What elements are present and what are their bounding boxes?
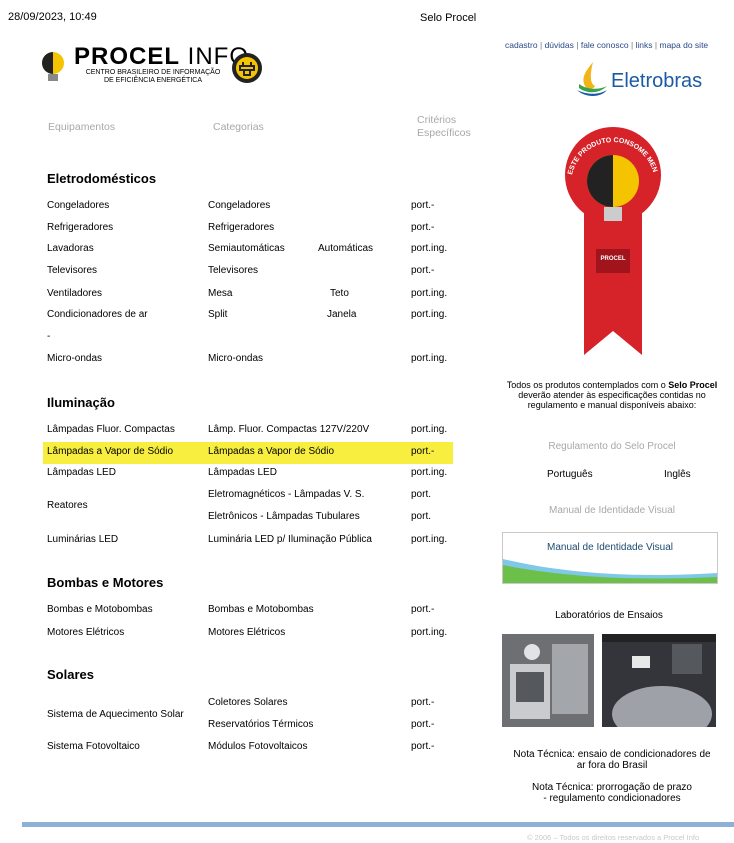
cat-teto[interactable]: Teto bbox=[330, 288, 349, 299]
crit-coletores-solares[interactable]: port.- bbox=[411, 697, 434, 708]
cat-lampadas-fluor-compactas[interactable]: Lâmp. Fluor. Compactas 127V/220V bbox=[208, 424, 369, 435]
link-regulamento-portugues[interactable]: Português bbox=[547, 469, 593, 480]
lab-photo-1[interactable] bbox=[502, 634, 594, 727]
cat-refrigeradores[interactable]: Refrigeradores bbox=[208, 222, 274, 233]
logo-name: PROCEL INFO bbox=[74, 43, 250, 70]
equip-condicionadores[interactable]: Condicionadores de ar bbox=[47, 309, 148, 320]
eletrobras-logo[interactable]: Eletrobras bbox=[575, 60, 715, 100]
link-cadastro[interactable]: cadastro bbox=[505, 40, 538, 50]
equip-lavadoras[interactable]: Lavadoras bbox=[47, 243, 94, 254]
equip-luminarias-led[interactable]: Luminárias LED bbox=[47, 534, 118, 545]
equip-motores-eletricos[interactable]: Motores Elétricos bbox=[47, 627, 124, 638]
cat-motores-eletricos[interactable]: Motores Elétricos bbox=[208, 627, 285, 638]
manual-identidade-button[interactable]: Manual de Identidade Visual bbox=[502, 532, 718, 584]
lab-equipment-image bbox=[502, 634, 594, 727]
print-page-title: Selo Procel bbox=[420, 12, 477, 24]
equip-reatores[interactable]: Reatores bbox=[47, 500, 88, 511]
crit-micro-ondas[interactable]: port.ing. bbox=[411, 353, 447, 364]
equip-ventiladores[interactable]: Ventiladores bbox=[47, 288, 102, 299]
link-mapa-do-site[interactable]: mapa do site bbox=[659, 40, 708, 50]
cat-luminaria-led-publica[interactable]: Luminária LED p/ Iluminação Pública bbox=[208, 534, 372, 545]
equip-lampadas-led[interactable]: Lâmpadas LED bbox=[47, 467, 116, 478]
regulamento-label: Regulamento do Selo Procel bbox=[548, 441, 676, 452]
crit-motores-eletricos[interactable]: port.ing. bbox=[411, 627, 447, 638]
footer-bar bbox=[22, 822, 734, 827]
cat-coletores-solares[interactable]: Coletores Solares bbox=[208, 697, 287, 708]
cat-eletronicos[interactable]: Eletrônicos - Lâmpadas Tubulares bbox=[208, 511, 360, 522]
lab-chamber-image bbox=[602, 634, 716, 727]
cat-eletromagneticos[interactable]: Eletromagnéticos - Lâmpadas V. S. bbox=[208, 489, 364, 500]
cat-semiautomaticas[interactable]: Semiautomáticas bbox=[208, 243, 285, 254]
cat-lampadas-led[interactable]: Lâmpadas LED bbox=[208, 467, 277, 478]
logo-subtitle: CENTRO BRASILEIRO DE INFORMAÇÃO DE EFICIÊ… bbox=[85, 69, 221, 84]
crit-lampadas-vapor-sodio[interactable]: port.- bbox=[411, 446, 434, 457]
crit-eletromagneticos[interactable]: port. bbox=[411, 489, 431, 500]
crit-televisores[interactable]: port.- bbox=[411, 265, 434, 276]
cat-micro-ondas[interactable]: Micro-ondas bbox=[208, 353, 263, 364]
laboratorios-label[interactable]: Laboratórios de Ensaios bbox=[502, 610, 716, 621]
section-title-bombas-motores: Bombas e Motores bbox=[47, 575, 164, 590]
equip-aquecimento-solar[interactable]: Sistema de Aquecimento Solar bbox=[47, 709, 184, 720]
crit-lavadoras[interactable]: port.ing. bbox=[411, 243, 447, 254]
cat-automaticas[interactable]: Automáticas bbox=[318, 243, 373, 254]
col-header-equipamentos: Equipamentos bbox=[48, 121, 116, 133]
top-links: cadastro | dúvidas | fale conosco | link… bbox=[505, 40, 709, 50]
cat-mesa[interactable]: Mesa bbox=[208, 288, 232, 299]
link-fale-conosco[interactable]: fale conosco bbox=[581, 40, 629, 50]
section-title-iluminacao: Iluminação bbox=[47, 395, 115, 410]
crit-luminarias-led[interactable]: port.ing. bbox=[411, 534, 447, 545]
cat-bombas-motobombas[interactable]: Bombas e Motobombas bbox=[208, 604, 314, 615]
cat-reservatorios-termicos[interactable]: Reservatórios Térmicos bbox=[208, 719, 313, 730]
crit-congeladores[interactable]: port.- bbox=[411, 200, 434, 211]
col-header-categorias: Categorias bbox=[213, 121, 264, 133]
section-title-solares: Solares bbox=[47, 667, 94, 682]
crit-eletronicos[interactable]: port. bbox=[411, 511, 431, 522]
equip-televisores[interactable]: Televisores bbox=[47, 265, 97, 276]
ribbon-badge-text: PROCEL bbox=[600, 256, 625, 262]
selo-procel-ribbon-icon: ESTE PRODUTO CONSOME MENOS ENERGIA PROCE… bbox=[562, 123, 661, 355]
cat-congeladores[interactable]: Congeladores bbox=[208, 200, 270, 211]
manual-swoosh-icon bbox=[503, 559, 717, 583]
cat-televisores[interactable]: Televisores bbox=[208, 265, 258, 276]
crit-lampadas-led[interactable]: port.ing. bbox=[411, 467, 447, 478]
cat-janela[interactable]: Janela bbox=[327, 309, 356, 320]
crit-sistema-fotovoltaico[interactable]: port.- bbox=[411, 741, 434, 752]
equip-refrigeradores[interactable]: Refrigeradores bbox=[47, 222, 113, 233]
cat-modulos-fotovoltaicos[interactable]: Módulos Fotovoltaicos bbox=[208, 741, 308, 752]
equip-congeladores[interactable]: Congeladores bbox=[47, 200, 109, 211]
row-dash: - bbox=[47, 331, 51, 342]
crit-lampadas-fluor-compactas[interactable]: port.ing. bbox=[411, 424, 447, 435]
equip-bombas-motobombas[interactable]: Bombas e Motobombas bbox=[47, 604, 153, 615]
equip-micro-ondas[interactable]: Micro-ondas bbox=[47, 353, 102, 364]
cat-split[interactable]: Split bbox=[208, 309, 227, 320]
link-regulamento-ingles[interactable]: Inglês bbox=[664, 469, 691, 480]
crit-condicionadores[interactable]: port.ing. bbox=[411, 309, 447, 320]
footer-copyright: © 2006 – Todos os direitos reservados a … bbox=[527, 833, 700, 842]
procel-info-logo[interactable]: PROCEL INFO CENTRO BRASILEIRO DE INFORMA… bbox=[40, 43, 270, 93]
crit-reservatorios-termicos[interactable]: port.- bbox=[411, 719, 434, 730]
crit-ventiladores[interactable]: port.ing. bbox=[411, 288, 447, 299]
equip-lampadas-vapor-sodio[interactable]: Lâmpadas a Vapor de Sódio bbox=[47, 446, 173, 457]
cat-lampadas-vapor-sodio[interactable]: Lâmpadas a Vapor de Sódio bbox=[208, 446, 334, 457]
bulb-icon bbox=[42, 52, 64, 81]
plug-icon bbox=[232, 53, 262, 83]
selo-intro-text: Todos os produtos contemplados com o Sel… bbox=[506, 380, 718, 410]
lab-photo-2[interactable] bbox=[602, 634, 716, 727]
print-date: 28/09/2023, 10:49 bbox=[8, 11, 97, 23]
crit-bombas-motobombas[interactable]: port.- bbox=[411, 604, 434, 615]
link-links[interactable]: links bbox=[636, 40, 653, 50]
nota-tecnica-prorrogacao[interactable]: Nota Técnica: prorrogação de prazo - regu… bbox=[502, 782, 722, 804]
manual-label: Manual de Identidade Visual bbox=[548, 505, 676, 516]
link-duvidas[interactable]: dúvidas bbox=[545, 40, 574, 50]
equip-sistema-fotovoltaico[interactable]: Sistema Fotovoltaico bbox=[47, 741, 140, 752]
eletrobras-mark-icon bbox=[577, 62, 607, 96]
eletrobras-wordmark: Eletrobras bbox=[611, 70, 703, 92]
equip-lampadas-fluor-compactas[interactable]: Lâmpadas Fluor. Compactas bbox=[47, 424, 175, 435]
section-title-eletrodomesticos: Eletrodomésticos bbox=[47, 171, 157, 186]
col-header-criterios: Critérios Específicos bbox=[417, 114, 471, 139]
crit-refrigeradores[interactable]: port.- bbox=[411, 222, 434, 233]
nota-tecnica-condicionadores[interactable]: Nota Técnica: ensaio de condicionadores … bbox=[502, 749, 722, 771]
